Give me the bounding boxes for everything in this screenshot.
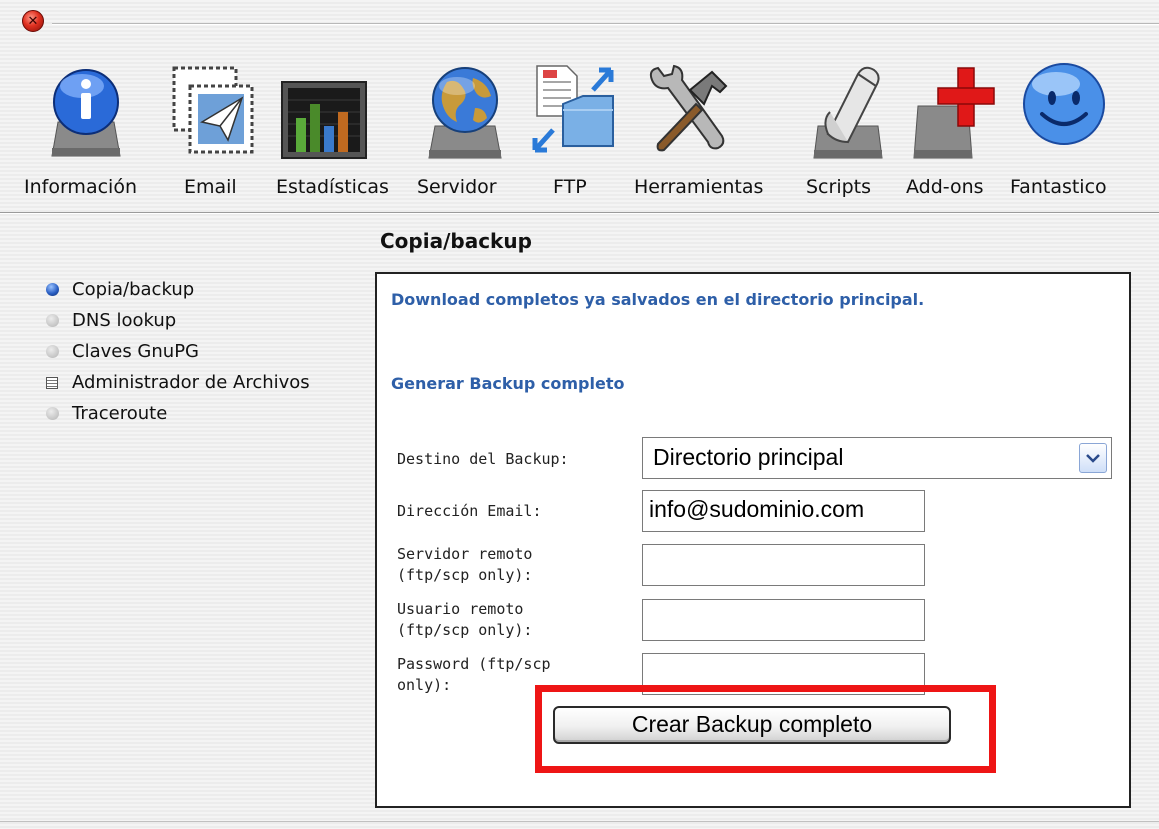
toolbar-label: Servidor [417,176,497,198]
label-line: (ftp/scp only): [397,621,533,639]
toolbar-informacion[interactable]: Información [20,48,160,214]
label-line: Usuario remoto [397,600,524,618]
sidebar-item-label: Copia/backup [72,279,195,300]
active-bullet-icon [46,283,59,296]
window-titlebar: ✕ [0,0,1159,46]
crear-backup-button[interactable]: Crear Backup completo [553,706,951,744]
titlebar-divider [52,23,1159,25]
sidebar-item-label: Claves GnuPG [72,341,199,362]
close-window-button[interactable]: ✕ [22,10,44,32]
sidebar-nav: Copia/backup DNS lookup Claves GnuPG Adm… [46,274,366,429]
email-label: Dirección Email: [397,502,542,520]
add-ons-icon [913,67,995,159]
sidebar-item-label: Administrador de Archivos [72,372,310,393]
toolbar-add-ons[interactable]: Add-ons [902,48,1002,214]
toolbar-label: Estadísticas [276,176,389,198]
toolbar-label: Herramientas [634,176,764,198]
sidebar-item-dns-lookup[interactable]: DNS lookup [46,305,366,336]
file-manager-icon [46,377,58,389]
destino-select-value: Directorio principal [653,444,844,470]
toolbar-label: FTP [553,176,587,198]
servidor-remoto-label: Servidor remoto (ftp/scp only): [397,544,532,586]
toolbar-divider [0,212,1159,214]
usuario-remoto-field[interactable] [642,599,925,641]
label-line: (ftp/scp only): [397,566,533,584]
toolbar-label: Add-ons [906,176,984,198]
label-line: only): [397,676,452,694]
backup-panel: Download completos ya salvados en el dir… [375,272,1131,808]
email-field[interactable]: info@sudominio.com [642,490,925,532]
close-icon: ✕ [27,13,39,29]
destino-label: Destino del Backup: [397,450,569,468]
sidebar-item-traceroute[interactable]: Traceroute [46,398,366,429]
smiley-icon [1023,63,1105,145]
server-globe-icon [428,67,502,159]
sidebar-item-copia-backup[interactable]: Copia/backup [46,274,366,305]
bullet-icon [46,345,59,358]
toolbar-scripts[interactable]: Scripts [800,48,900,214]
download-backups-link[interactable]: Download completos ya salvados en el dir… [391,290,924,309]
toolbar-label: Email [184,176,237,198]
bullet-icon [46,314,59,327]
bottom-divider [0,821,1159,822]
toolbar-estadisticas[interactable]: Estadísticas [270,48,410,214]
sidebar-item-claves-gnupg[interactable]: Claves GnuPG [46,336,366,367]
toolbar-label: Información [24,176,137,198]
stats-icon [281,81,367,159]
ftp-icon [532,65,614,153]
toolbar-fantastico[interactable]: Fantastico [1010,48,1150,214]
sidebar-item-label: Traceroute [72,403,168,424]
tools-icon [649,64,728,152]
bullet-icon [46,407,59,420]
sidebar-item-administrador-archivos[interactable]: Administrador de Archivos [46,367,366,398]
toolbar-herramientas[interactable]: Herramientas [630,48,790,214]
toolbar-label: Fantastico [1010,176,1107,198]
toolbar-email[interactable]: Email [160,48,260,214]
label-line: Password (ftp/scp [397,655,551,673]
toolbar-ftp[interactable]: FTP [525,48,625,214]
toolbar-label: Scripts [806,176,872,198]
scripts-icon [813,66,883,159]
email-icon [172,66,254,154]
chevron-down-icon[interactable] [1079,443,1107,473]
destino-select[interactable]: Directorio principal [642,437,1112,479]
page-title: Copia/backup [380,229,532,253]
main-toolbar: Información Email Estadísticas Servidor … [0,48,1159,214]
info-icon [51,69,121,157]
password-label: Password (ftp/scp only): [397,654,551,696]
generate-backup-heading: Generar Backup completo [391,374,625,393]
password-field[interactable] [642,653,925,695]
toolbar-servidor[interactable]: Servidor [415,48,515,214]
label-line: Servidor remoto [397,545,533,563]
usuario-remoto-label: Usuario remoto (ftp/scp only): [397,599,532,641]
sidebar-item-label: DNS lookup [72,310,177,331]
servidor-remoto-field[interactable] [642,544,925,586]
